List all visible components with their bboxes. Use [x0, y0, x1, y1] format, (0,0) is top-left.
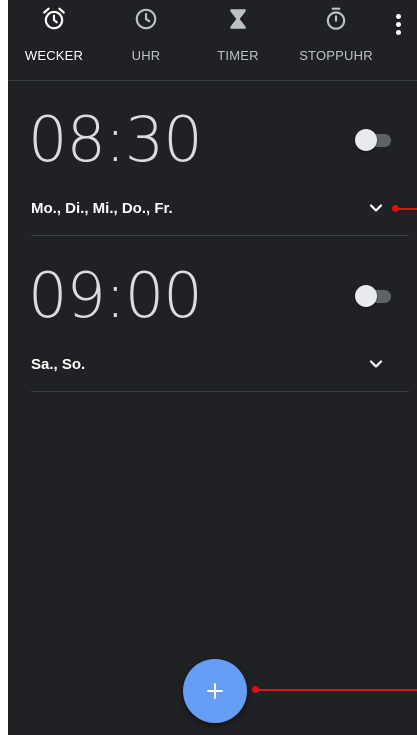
- tab-label: TIMER: [217, 48, 259, 63]
- divider: [31, 391, 409, 392]
- add-alarm-button[interactable]: [183, 659, 247, 723]
- alarm-days: Sa., So.: [31, 356, 86, 373]
- plus-icon: [207, 683, 223, 699]
- clock-icon: [135, 8, 157, 30]
- chevron-down-icon[interactable]: [366, 198, 386, 218]
- tab-uhr[interactable]: UHR: [116, 6, 176, 72]
- tab-stoppuhr[interactable]: STOPPUHR: [290, 6, 382, 72]
- alarm-item[interactable]: 09:00 Sa., So.: [8, 236, 417, 392]
- more-options-icon[interactable]: [386, 10, 410, 40]
- toggle-thumb: [355, 285, 377, 307]
- alarm-time[interactable]: 08:30: [28, 102, 203, 178]
- alarm-item[interactable]: 08:30 Mo., Di., Mi., Do., Fr.: [8, 80, 417, 236]
- clock-app-screen: WECKER UHR TIMER STOPPUHR 08:30 Mo., Di.…: [8, 0, 417, 735]
- menu-dot: [396, 30, 401, 35]
- alarm-toggle[interactable]: [355, 284, 391, 308]
- annotation-line: [396, 208, 417, 210]
- stopwatch-icon: [326, 7, 346, 30]
- menu-dot: [396, 14, 401, 19]
- alarm-toggle[interactable]: [355, 128, 391, 152]
- tab-label: UHR: [131, 48, 161, 63]
- tab-label: STOPPUHR: [299, 48, 373, 63]
- annotation-line: [256, 689, 417, 691]
- alarm-days: Mo., Di., Mi., Do., Fr.: [31, 200, 173, 217]
- chevron-down-icon[interactable]: [366, 354, 386, 374]
- hourglass-icon: [230, 9, 246, 29]
- tab-timer[interactable]: TIMER: [204, 6, 272, 72]
- alarm-time[interactable]: 09:00: [28, 258, 203, 334]
- alarm-clock-icon: [43, 7, 65, 30]
- toggle-thumb: [355, 129, 377, 151]
- tab-bar: WECKER UHR TIMER STOPPUHR: [8, 0, 417, 81]
- tab-wecker[interactable]: WECKER: [16, 6, 92, 72]
- menu-dot: [396, 22, 401, 27]
- tab-label: WECKER: [24, 48, 84, 63]
